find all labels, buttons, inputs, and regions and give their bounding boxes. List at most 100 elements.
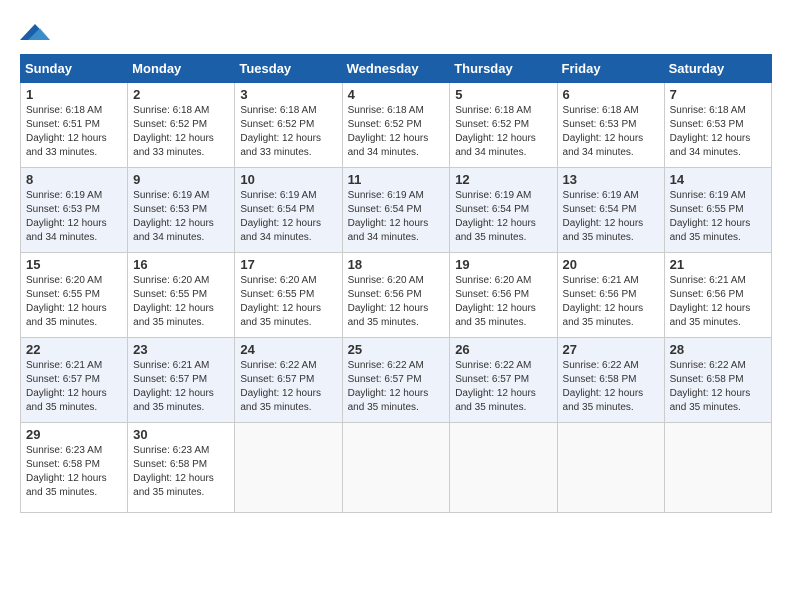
calendar-cell: 19 Sunrise: 6:20 AMSunset: 6:56 PMDaylig…	[450, 253, 557, 338]
day-info: Sunrise: 6:18 AMSunset: 6:51 PMDaylight:…	[26, 105, 107, 158]
calendar-cell: 24 Sunrise: 6:22 AMSunset: 6:57 PMDaylig…	[235, 338, 342, 423]
day-number: 10	[240, 172, 336, 187]
calendar-cell: 27 Sunrise: 6:22 AMSunset: 6:58 PMDaylig…	[557, 338, 664, 423]
day-info: Sunrise: 6:19 AMSunset: 6:54 PMDaylight:…	[348, 190, 429, 243]
calendar-cell: 22 Sunrise: 6:21 AMSunset: 6:57 PMDaylig…	[21, 338, 128, 423]
day-info: Sunrise: 6:20 AMSunset: 6:55 PMDaylight:…	[26, 275, 107, 328]
calendar-cell: 25 Sunrise: 6:22 AMSunset: 6:57 PMDaylig…	[342, 338, 450, 423]
day-info: Sunrise: 6:22 AMSunset: 6:58 PMDaylight:…	[563, 360, 644, 413]
calendar-cell	[664, 423, 771, 513]
day-number: 12	[455, 172, 551, 187]
calendar-cell: 4 Sunrise: 6:18 AMSunset: 6:52 PMDayligh…	[342, 83, 450, 168]
day-number: 11	[348, 172, 445, 187]
day-number: 28	[670, 342, 766, 357]
day-number: 9	[133, 172, 229, 187]
column-header-monday: Monday	[128, 55, 235, 83]
day-number: 7	[670, 87, 766, 102]
day-number: 17	[240, 257, 336, 272]
calendar-cell: 29 Sunrise: 6:23 AMSunset: 6:58 PMDaylig…	[21, 423, 128, 513]
calendar-week-row: 22 Sunrise: 6:21 AMSunset: 6:57 PMDaylig…	[21, 338, 772, 423]
day-number: 18	[348, 257, 445, 272]
day-number: 30	[133, 427, 229, 442]
day-number: 24	[240, 342, 336, 357]
calendar-header-row: SundayMondayTuesdayWednesdayThursdayFrid…	[21, 55, 772, 83]
day-number: 21	[670, 257, 766, 272]
calendar-cell: 3 Sunrise: 6:18 AMSunset: 6:52 PMDayligh…	[235, 83, 342, 168]
day-number: 20	[563, 257, 659, 272]
day-number: 25	[348, 342, 445, 357]
calendar-cell: 9 Sunrise: 6:19 AMSunset: 6:53 PMDayligh…	[128, 168, 235, 253]
day-info: Sunrise: 6:20 AMSunset: 6:56 PMDaylight:…	[455, 275, 536, 328]
day-info: Sunrise: 6:18 AMSunset: 6:53 PMDaylight:…	[563, 105, 644, 158]
day-number: 14	[670, 172, 766, 187]
calendar-cell: 21 Sunrise: 6:21 AMSunset: 6:56 PMDaylig…	[664, 253, 771, 338]
page-header	[20, 20, 772, 44]
day-info: Sunrise: 6:22 AMSunset: 6:57 PMDaylight:…	[240, 360, 321, 413]
day-info: Sunrise: 6:18 AMSunset: 6:52 PMDaylight:…	[455, 105, 536, 158]
calendar-cell: 20 Sunrise: 6:21 AMSunset: 6:56 PMDaylig…	[557, 253, 664, 338]
calendar-cell: 16 Sunrise: 6:20 AMSunset: 6:55 PMDaylig…	[128, 253, 235, 338]
calendar-cell: 11 Sunrise: 6:19 AMSunset: 6:54 PMDaylig…	[342, 168, 450, 253]
calendar-cell: 23 Sunrise: 6:21 AMSunset: 6:57 PMDaylig…	[128, 338, 235, 423]
day-info: Sunrise: 6:18 AMSunset: 6:52 PMDaylight:…	[240, 105, 321, 158]
calendar-cell: 26 Sunrise: 6:22 AMSunset: 6:57 PMDaylig…	[450, 338, 557, 423]
calendar-cell	[342, 423, 450, 513]
day-number: 22	[26, 342, 122, 357]
calendar-table: SundayMondayTuesdayWednesdayThursdayFrid…	[20, 54, 772, 513]
calendar-cell: 15 Sunrise: 6:20 AMSunset: 6:55 PMDaylig…	[21, 253, 128, 338]
day-info: Sunrise: 6:23 AMSunset: 6:58 PMDaylight:…	[133, 445, 214, 498]
calendar-cell: 18 Sunrise: 6:20 AMSunset: 6:56 PMDaylig…	[342, 253, 450, 338]
day-info: Sunrise: 6:19 AMSunset: 6:54 PMDaylight:…	[563, 190, 644, 243]
day-number: 8	[26, 172, 122, 187]
day-info: Sunrise: 6:22 AMSunset: 6:57 PMDaylight:…	[348, 360, 429, 413]
day-number: 26	[455, 342, 551, 357]
day-number: 19	[455, 257, 551, 272]
calendar-cell: 7 Sunrise: 6:18 AMSunset: 6:53 PMDayligh…	[664, 83, 771, 168]
calendar-cell: 1 Sunrise: 6:18 AMSunset: 6:51 PMDayligh…	[21, 83, 128, 168]
calendar-cell: 2 Sunrise: 6:18 AMSunset: 6:52 PMDayligh…	[128, 83, 235, 168]
day-info: Sunrise: 6:23 AMSunset: 6:58 PMDaylight:…	[26, 445, 107, 498]
day-info: Sunrise: 6:20 AMSunset: 6:55 PMDaylight:…	[133, 275, 214, 328]
calendar-cell	[235, 423, 342, 513]
day-number: 16	[133, 257, 229, 272]
calendar-cell: 8 Sunrise: 6:19 AMSunset: 6:53 PMDayligh…	[21, 168, 128, 253]
day-number: 4	[348, 87, 445, 102]
calendar-cell: 28 Sunrise: 6:22 AMSunset: 6:58 PMDaylig…	[664, 338, 771, 423]
day-info: Sunrise: 6:22 AMSunset: 6:57 PMDaylight:…	[455, 360, 536, 413]
day-number: 2	[133, 87, 229, 102]
day-info: Sunrise: 6:19 AMSunset: 6:53 PMDaylight:…	[133, 190, 214, 243]
column-header-sunday: Sunday	[21, 55, 128, 83]
calendar-cell: 17 Sunrise: 6:20 AMSunset: 6:55 PMDaylig…	[235, 253, 342, 338]
calendar-week-row: 1 Sunrise: 6:18 AMSunset: 6:51 PMDayligh…	[21, 83, 772, 168]
day-info: Sunrise: 6:21 AMSunset: 6:56 PMDaylight:…	[670, 275, 751, 328]
day-number: 15	[26, 257, 122, 272]
day-info: Sunrise: 6:19 AMSunset: 6:55 PMDaylight:…	[670, 190, 751, 243]
calendar-cell: 14 Sunrise: 6:19 AMSunset: 6:55 PMDaylig…	[664, 168, 771, 253]
calendar-cell: 12 Sunrise: 6:19 AMSunset: 6:54 PMDaylig…	[450, 168, 557, 253]
day-number: 27	[563, 342, 659, 357]
calendar-cell: 30 Sunrise: 6:23 AMSunset: 6:58 PMDaylig…	[128, 423, 235, 513]
calendar-cell	[557, 423, 664, 513]
day-info: Sunrise: 6:20 AMSunset: 6:56 PMDaylight:…	[348, 275, 429, 328]
calendar-cell: 13 Sunrise: 6:19 AMSunset: 6:54 PMDaylig…	[557, 168, 664, 253]
calendar-cell: 5 Sunrise: 6:18 AMSunset: 6:52 PMDayligh…	[450, 83, 557, 168]
day-number: 1	[26, 87, 122, 102]
day-info: Sunrise: 6:21 AMSunset: 6:57 PMDaylight:…	[26, 360, 107, 413]
column-header-friday: Friday	[557, 55, 664, 83]
day-number: 29	[26, 427, 122, 442]
logo	[20, 20, 54, 44]
day-info: Sunrise: 6:18 AMSunset: 6:52 PMDaylight:…	[348, 105, 429, 158]
column-header-wednesday: Wednesday	[342, 55, 450, 83]
day-info: Sunrise: 6:18 AMSunset: 6:53 PMDaylight:…	[670, 105, 751, 158]
calendar-week-row: 8 Sunrise: 6:19 AMSunset: 6:53 PMDayligh…	[21, 168, 772, 253]
calendar-week-row: 15 Sunrise: 6:20 AMSunset: 6:55 PMDaylig…	[21, 253, 772, 338]
calendar-cell	[450, 423, 557, 513]
day-number: 5	[455, 87, 551, 102]
day-number: 3	[240, 87, 336, 102]
day-info: Sunrise: 6:22 AMSunset: 6:58 PMDaylight:…	[670, 360, 751, 413]
calendar-cell: 10 Sunrise: 6:19 AMSunset: 6:54 PMDaylig…	[235, 168, 342, 253]
day-info: Sunrise: 6:20 AMSunset: 6:55 PMDaylight:…	[240, 275, 321, 328]
day-info: Sunrise: 6:19 AMSunset: 6:54 PMDaylight:…	[240, 190, 321, 243]
column-header-tuesday: Tuesday	[235, 55, 342, 83]
day-info: Sunrise: 6:21 AMSunset: 6:57 PMDaylight:…	[133, 360, 214, 413]
